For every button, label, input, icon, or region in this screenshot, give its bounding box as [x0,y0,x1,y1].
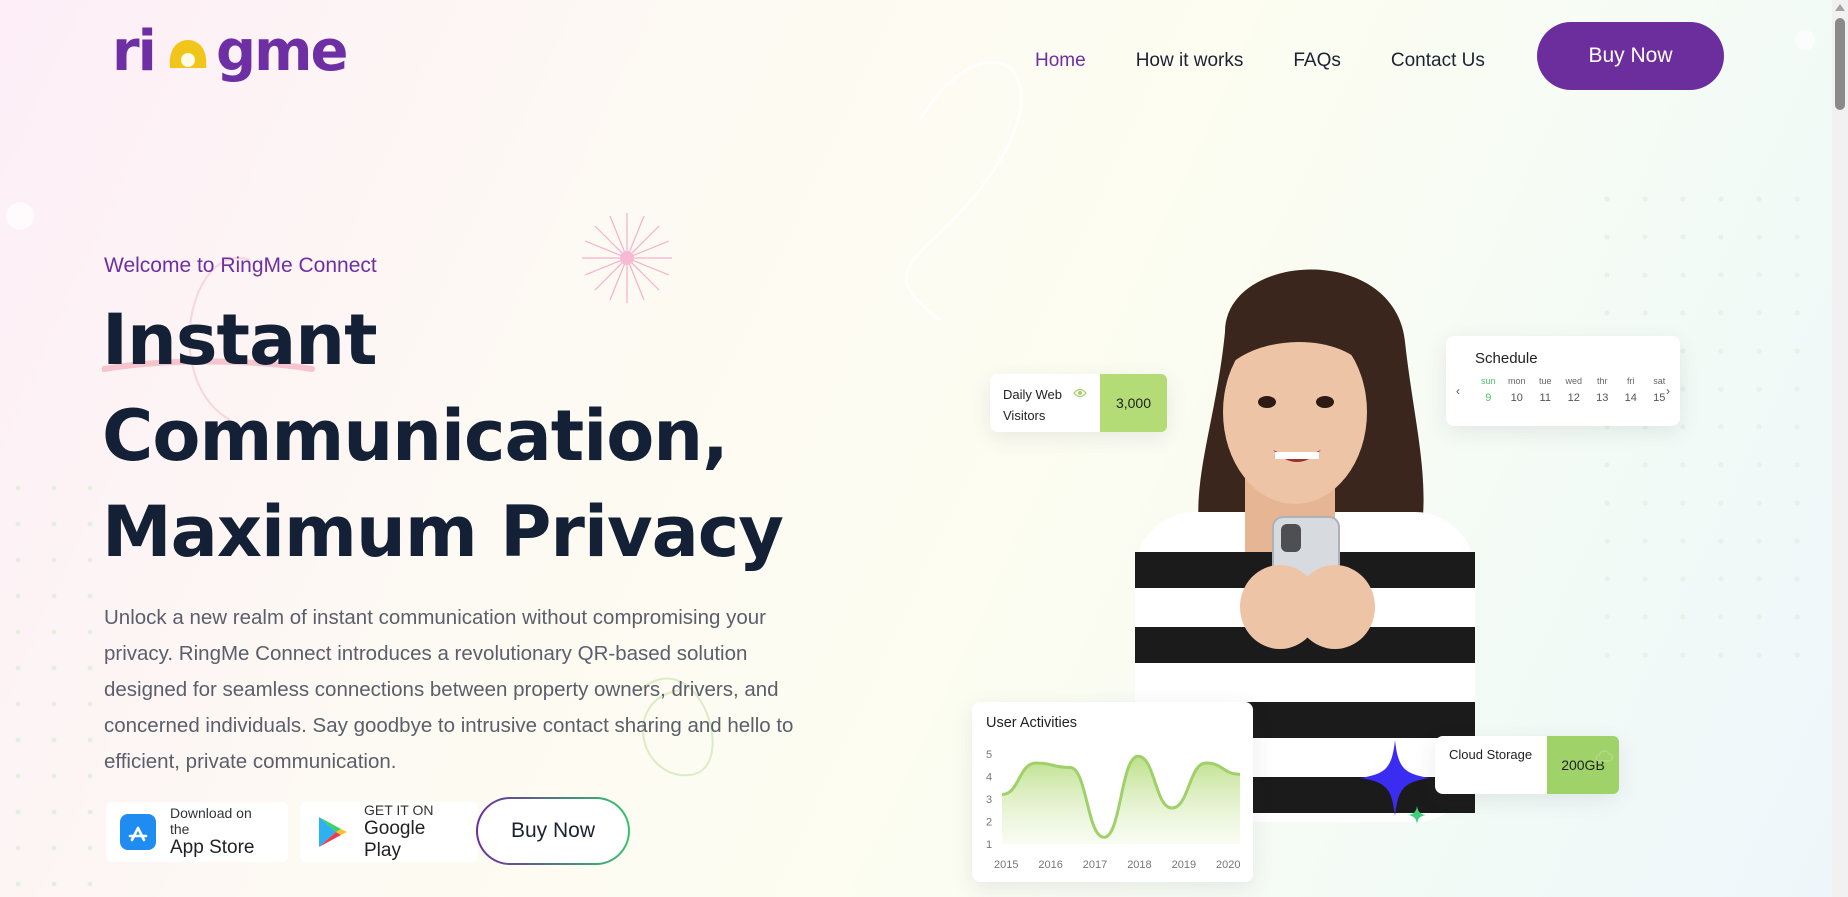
y-tick-label: 3 [986,794,992,806]
logo-bell-icon [169,40,207,68]
y-tick-label: 4 [986,772,992,784]
nav-contact-us[interactable]: Contact Us [1391,50,1485,72]
x-tick-label: 2019 [1172,859,1196,871]
schedule-date[interactable]: 9 [1474,392,1503,404]
x-tick-label: 2020 [1216,859,1240,871]
app-store-button[interactable]: Download on the App Store [106,802,288,862]
logo-mark: ri gme [112,24,346,84]
y-tick-label: 5 [986,749,992,761]
schedule-day: thr [1596,376,1608,386]
schedule-day: sat [1653,376,1666,386]
dot-pattern-left [0,470,110,897]
cloud-storage-value: 200GB [1547,736,1619,794]
daily-visitors-value: 3,000 [1100,374,1167,432]
schedule-prev-arrow-icon[interactable]: ‹ [1456,384,1460,398]
schedule-date[interactable]: 10 [1503,392,1532,404]
schedule-date[interactable]: 11 [1531,392,1560,404]
google-play-button[interactable]: GET IT ON Google Play [300,802,478,862]
schedule-date[interactable]: 14 [1617,392,1646,404]
buy-now-header-button[interactable]: Buy Now [1537,22,1724,90]
schedule-date[interactable]: 13 [1588,392,1617,404]
daily-visitors-label: Daily Web Visitors [1003,387,1063,423]
hero-headline: Instant Communication, Maximum Privacy [102,292,784,580]
schedule-date[interactable]: 12 [1560,392,1589,404]
app-store-big-label: App Store [170,837,255,858]
logo-text-part-1: ri [112,24,155,84]
cloud-storage-label: Cloud Storage [1449,747,1533,762]
schedule-day: tue [1538,376,1552,386]
x-tick-label: 2018 [1127,859,1151,871]
welcome-tagline: Welcome to RingMe Connect [104,254,377,277]
google-play-small-label: GET IT ON [364,802,434,818]
dot-pattern-right [1588,180,1818,680]
app-store-icon [120,814,156,850]
scroll-thumb[interactable] [1835,18,1845,110]
schedule-day: mon [1507,376,1526,386]
schedule-day: sun [1480,376,1496,386]
app-store-small-label: Download on the [170,805,252,837]
ringme-logo[interactable]: ri gme [112,24,346,90]
user-activities-card: User Activities 1 2 3 4 5 2015 2016 2017 2018 201… [972,702,1253,882]
scroll-up-arrow-icon[interactable] [1835,4,1845,11]
daily-visitors-card: Daily Web Visitors 3,000 [990,374,1167,432]
sparkle-icon [1360,740,1430,824]
eye-icon [1073,388,1087,398]
headline-line-3: Maximum Privacy [102,491,784,573]
x-tick-label: 2015 [994,859,1018,871]
cloud-storage-card: Cloud Storage 200GB [1435,736,1619,794]
headline-line-2: Communication, [102,395,729,477]
schedule-date[interactable]: 15 [1645,392,1674,404]
y-tick-label: 1 [986,839,992,851]
headline-line-1: Instant [102,299,378,381]
page-scrollbar[interactable] [1832,0,1848,897]
nav-faqs[interactable]: FAQs [1293,50,1341,72]
nav-home[interactable]: Home [1035,50,1086,72]
schedule-day: fri [1627,376,1635,386]
schedule-day-row: sun mon tue wed thr fri sat [1474,376,1674,386]
hero-description: Unlock a new realm of instant communicat… [104,606,794,773]
logo-text-part-2: gme [216,24,346,84]
x-tick-label: 2016 [1038,859,1062,871]
cloud-icon [1595,750,1613,762]
google-play-icon [319,817,347,847]
user-activities-chart: 1 2 3 4 5 2015 2016 2017 2018 2019 2020 [986,749,1240,871]
y-tick-label: 2 [986,817,992,829]
x-tick-label: 2017 [1083,859,1107,871]
google-play-big-label: Google Play [364,818,426,861]
nav-how-it-works[interactable]: How it works [1136,50,1244,72]
schedule-day: wed [1565,376,1582,386]
main-nav: Home How it works FAQs Contact Us [1035,50,1485,72]
buy-now-hero-button[interactable]: Buy Now [476,797,630,865]
schedule-date-row: 9 10 11 12 13 14 15 [1474,392,1674,404]
schedule-card: Schedule ‹ › sun mon tue wed thr fri sat… [1446,336,1680,426]
schedule-title: Schedule [1475,350,1538,367]
